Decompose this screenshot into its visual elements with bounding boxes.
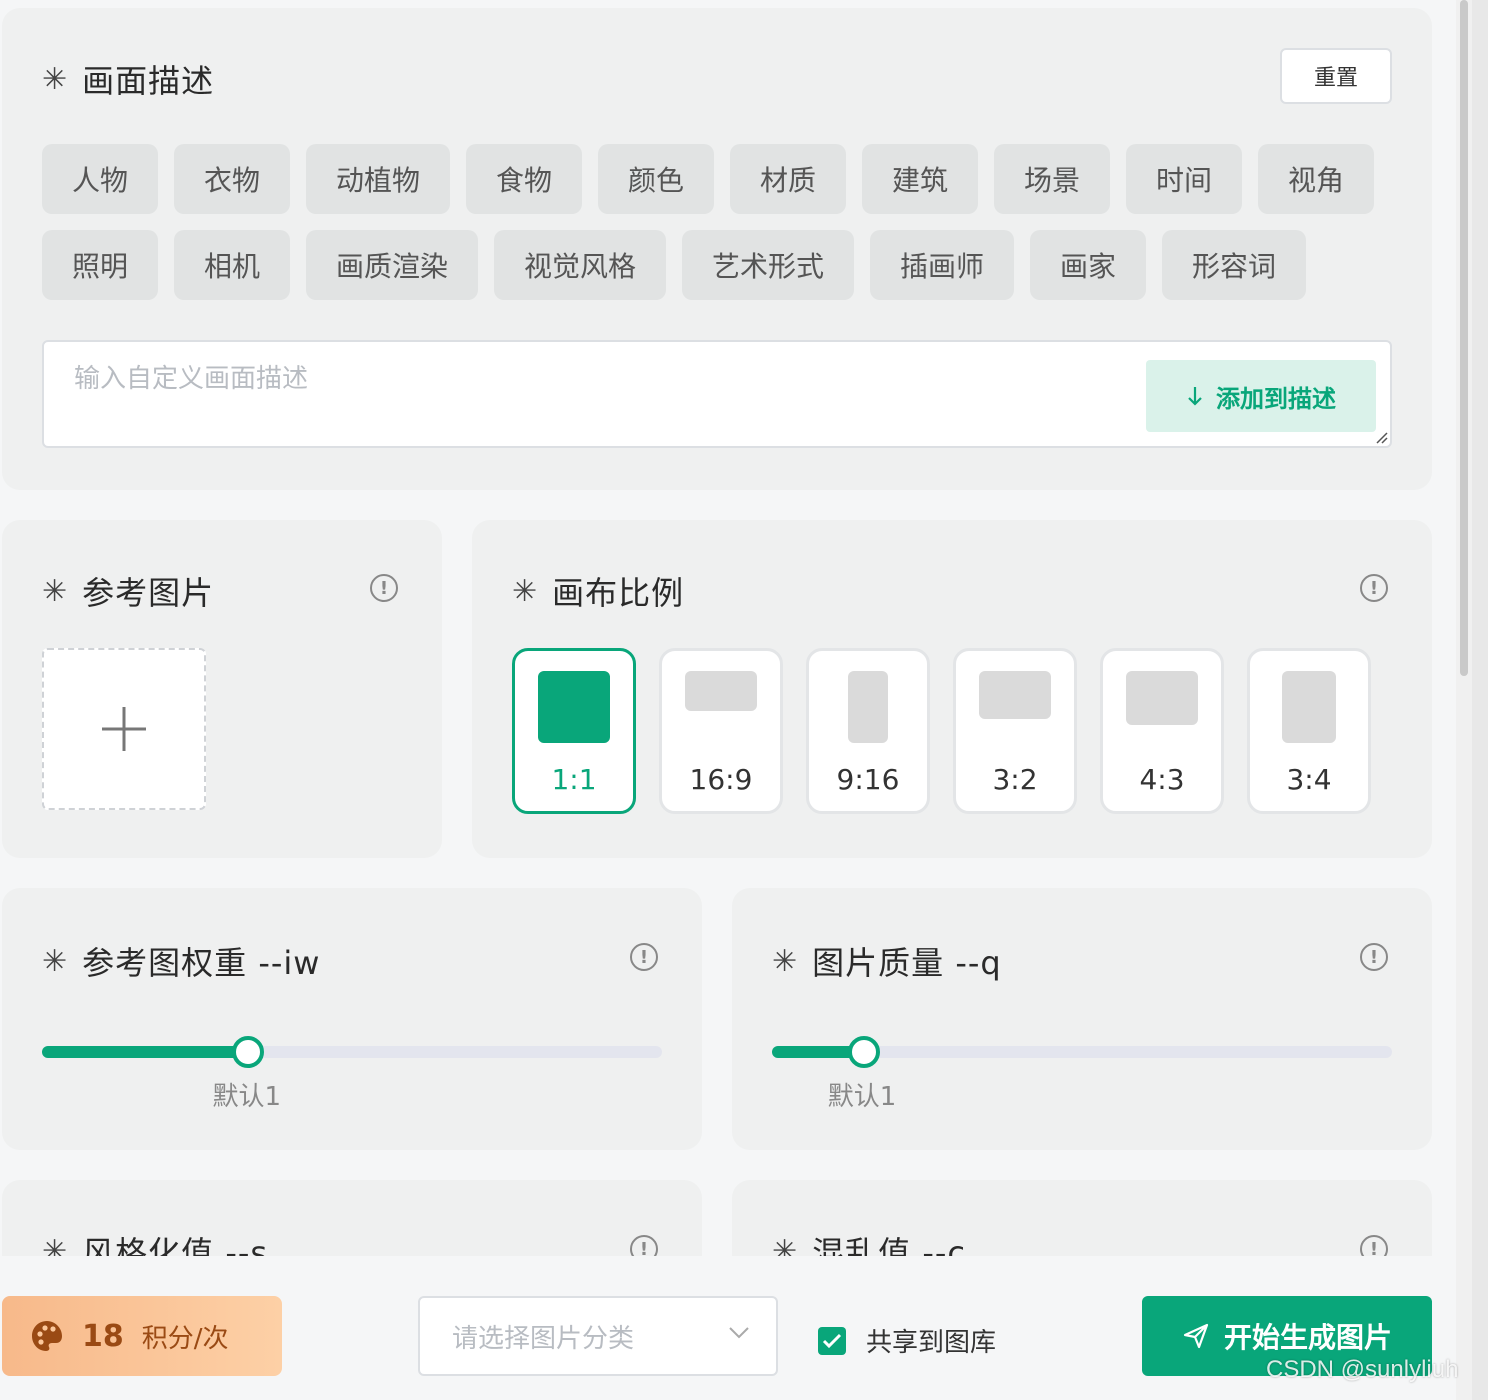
arrow-down-icon	[1188, 387, 1202, 406]
iw-card	[2, 888, 702, 1150]
credits-badge: 18 积分/次	[2, 1296, 282, 1376]
quality-slider[interactable]	[772, 1036, 1392, 1068]
check-icon	[822, 1333, 842, 1348]
required-star-icon: ✳	[42, 943, 69, 979]
share-checkbox[interactable]	[818, 1326, 846, 1355]
resize-grip-icon[interactable]	[1374, 430, 1388, 444]
ratio-label: 9:16	[836, 763, 900, 796]
stylize-title: ✳ 风格化值 --s	[42, 1228, 268, 1257]
scrollbar-thumb[interactable]	[1460, 0, 1468, 676]
info-icon[interactable]: !	[1360, 574, 1388, 602]
ratio-option-3[interactable]: 9:16	[806, 648, 930, 814]
info-icon[interactable]: !	[1360, 1235, 1388, 1256]
chaos-title: ✳ 混乱值 --c	[772, 1228, 966, 1257]
iw-default-label: 默认1	[212, 1082, 281, 1112]
tag-3[interactable]: 动植物	[306, 144, 450, 214]
tag-2[interactable]: 相机	[174, 230, 290, 300]
bottom-action-bar: 18 积分/次 请选择图片分类 共享到图库 开始生成图片	[0, 1256, 1456, 1400]
tag-5[interactable]: 颜色	[598, 144, 714, 214]
quality-default-label: 默认1	[827, 1082, 897, 1112]
palette-icon	[32, 1321, 62, 1351]
ratio-preview-shape	[848, 671, 888, 743]
tag-7[interactable]: 建筑	[862, 144, 978, 214]
iw-slider[interactable]	[42, 1036, 662, 1068]
tag-10[interactable]: 视角	[1258, 144, 1374, 214]
upload-image-button[interactable]	[42, 648, 206, 810]
main-scroll-area: ✳ 画面描述 重置 人物 衣物 动植物 食物 颜色 材质 建筑 场景 时间 视角 照明 相机 画质渲染…	[0, 0, 1456, 1256]
tag-9[interactable]: 时间	[1126, 144, 1242, 214]
required-star-icon: ✳	[772, 1233, 799, 1257]
ratio-label: 4:3	[1139, 763, 1185, 796]
reset-button[interactable]: 重置	[1280, 48, 1392, 104]
ratio-option-1[interactable]: 1:1	[512, 648, 636, 814]
reference-title: ✳ 参考图片	[42, 573, 215, 613]
watermark: CSDN @sunlyliuh	[1266, 1356, 1459, 1383]
required-star-icon: ✳	[512, 573, 539, 609]
quality-title: ✳ 图片质量 --q	[772, 943, 1002, 983]
tag-4[interactable]: 食物	[466, 144, 582, 214]
tag-8[interactable]: 场景	[994, 144, 1110, 214]
tag-3[interactable]: 画质渲染	[306, 230, 478, 300]
iw-title: ✳ 参考图权重 --iw	[42, 943, 321, 983]
ratio-option-5[interactable]: 4:3	[1100, 648, 1224, 814]
description-title: ✳ 画面描述	[42, 61, 215, 101]
ratio-label: 16:9	[689, 763, 753, 796]
window-edge	[1472, 0, 1488, 1400]
ratio-preview-shape	[685, 671, 757, 711]
ratio-option-2[interactable]: 16:9	[659, 648, 783, 814]
ratio-preview-shape	[1126, 671, 1198, 725]
custom-description-input[interactable]: 输入自定义画面描述 添加到描述	[42, 340, 1392, 448]
required-star-icon: ✳	[42, 1233, 69, 1257]
ratio-preview-shape	[538, 671, 610, 743]
required-star-icon: ✳	[42, 573, 69, 609]
tag-2[interactable]: 衣物	[174, 144, 290, 214]
required-star-icon: ✳	[42, 61, 69, 97]
tag-7[interactable]: 画家	[1030, 230, 1146, 300]
tag-1[interactable]: 照明	[42, 230, 158, 300]
category-select[interactable]: 请选择图片分类	[418, 1296, 778, 1376]
tag-4[interactable]: 视觉风格	[494, 230, 666, 300]
ratio-label: 3:2	[992, 763, 1038, 796]
credits-value: 18	[82, 1318, 124, 1354]
iw-slider-fill	[42, 1046, 249, 1058]
tag-5[interactable]: 艺术形式	[682, 230, 854, 300]
ratio-preview-shape	[979, 671, 1051, 719]
tag-1[interactable]: 人物	[42, 144, 158, 214]
required-star-icon: ✳	[772, 943, 799, 979]
plus-icon	[102, 707, 146, 751]
ratio-option-6[interactable]: 3:4	[1247, 648, 1371, 814]
send-icon	[1183, 1323, 1209, 1349]
ratio-preview-shape	[1282, 671, 1336, 743]
info-icon[interactable]: !	[630, 1235, 658, 1256]
tag-8[interactable]: 形容词	[1162, 230, 1306, 300]
add-to-description-button[interactable]: 添加到描述	[1146, 360, 1376, 432]
custom-description-placeholder: 输入自定义画面描述	[74, 364, 309, 394]
ratio-label: 3:4	[1286, 763, 1332, 796]
ratio-label: 1:1	[551, 763, 597, 796]
share-label: 共享到图库	[866, 1328, 997, 1358]
info-icon[interactable]: !	[1360, 943, 1388, 971]
ratio-option-4[interactable]: 3:2	[953, 648, 1077, 814]
info-icon[interactable]: !	[630, 943, 658, 971]
credits-unit: 积分/次	[141, 1323, 229, 1354]
tag-6[interactable]: 材质	[730, 144, 846, 214]
quality-slider-handle[interactable]	[847, 1036, 880, 1068]
canvas-title: ✳ 画布比例	[512, 573, 685, 613]
tag-6[interactable]: 插画师	[870, 230, 1014, 300]
chevron-down-icon	[729, 1327, 749, 1339]
info-icon[interactable]: !	[370, 574, 398, 602]
share-to-gallery[interactable]: 共享到图库	[818, 1322, 996, 1359]
category-placeholder: 请选择图片分类	[452, 1323, 635, 1354]
